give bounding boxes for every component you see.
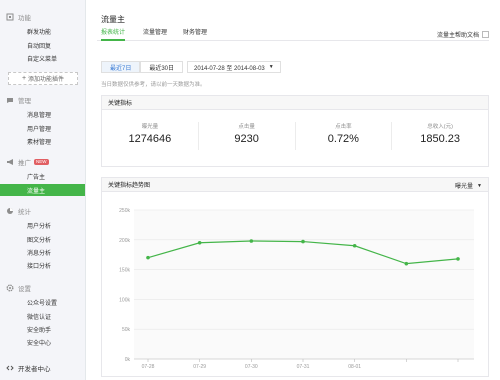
kpi-card-title: 关键指标 (102, 96, 488, 110)
trend-card: 关键指标趋势图 曝光量 ▼ 0k 50k 100k 150k 200k 250k 07-28… (101, 177, 489, 377)
kpi-clicks: 点击量 9230 (199, 122, 296, 150)
tab-report[interactable]: 报表统计 (101, 29, 126, 41)
sidebar-item[interactable]: 自定义菜单 (0, 52, 85, 64)
main-panel: 流量主 报表统计 流量管理 财务管理 流量主帮助文档 最近7日 最近30日 20… (87, 0, 500, 380)
sidebar-item[interactable]: 群发功能 (0, 25, 85, 37)
help-doc-label: 流量主帮助文档 (436, 33, 479, 39)
sidebar-section-3: 统计 (6, 206, 31, 216)
kpi-label: 点击量 (238, 124, 255, 130)
sidebar-section-title: 设置 (18, 286, 31, 293)
sidebar-item[interactable]: 流量主 (0, 184, 85, 196)
gear-icon (6, 284, 14, 292)
sidebar-section-title: 推广 (18, 160, 31, 167)
metric-select[interactable]: 曝光量 ▼ (455, 181, 482, 191)
sidebar-item[interactable]: 接口分析 (0, 259, 85, 271)
code-icon (6, 364, 14, 372)
tab-bar: 报表统计 流量管理 财务管理 流量主帮助文档 (97, 29, 489, 41)
sidebar-section-4: 设置 (6, 283, 31, 293)
help-doc-checkbox[interactable] (482, 31, 489, 38)
sidebar-section-1: 管理 (6, 95, 31, 105)
kpi-impressions: 曝光量 1274646 (102, 122, 199, 150)
sidebar-item[interactable]: 消息分析 (0, 246, 85, 258)
chevron-down-icon: ▼ (477, 182, 482, 189)
y-tick-label: 250k (119, 208, 130, 214)
add-plugin-label: 添加功能插件 (28, 77, 65, 83)
y-tick-label: 150k (119, 268, 130, 274)
new-badge: NEW (34, 159, 49, 165)
tab-finance[interactable]: 财务管理 (183, 29, 207, 41)
page-title: 流量主 (101, 15, 125, 24)
date-range-picker[interactable]: 2014-07-28 至 2014-08-03 ▼ (187, 61, 281, 73)
sidebar-item[interactable]: 素材管理 (0, 135, 85, 147)
sidebar-item[interactable]: 安全助手 (0, 323, 85, 335)
sidebar-item[interactable]: 安全中心 (0, 336, 85, 348)
kpi-value: 9230 (234, 133, 259, 145)
range-30-days-button[interactable]: 最近30日 (140, 61, 184, 73)
kpi-value: 0.72% (327, 133, 359, 145)
x-tick-label: 07-28 (142, 364, 155, 370)
trend-card-title: 关键指标趋势图 (108, 183, 151, 189)
help-doc-toggle[interactable]: 流量主帮助文档 (437, 30, 489, 39)
metric-select-value: 曝光量 (455, 184, 474, 190)
kpi-revenue: 总收入(元) 1850.23 (392, 122, 488, 150)
kpi-ctr: 点击率 0.72% (296, 122, 393, 150)
plot-area (134, 210, 474, 359)
trend-line-chart: 0k 50k 100k 150k 200k 250k 07-28 07-29 07-30 07-3… (119, 208, 474, 370)
speech-icon (6, 96, 14, 104)
data-note: 当日数据仅供参考，请以前一天数据为准。 (101, 82, 206, 88)
sidebar-section-title: 管理 (18, 98, 31, 105)
sidebar-item[interactable]: 微信认证 (0, 310, 85, 322)
sidebar-item[interactable]: 公众号设置 (0, 296, 85, 308)
sidebar-section-title: 功能 (18, 15, 31, 22)
add-plugin-button[interactable]: + 添加功能插件 (8, 72, 78, 85)
sidebar-item[interactable]: 图文分析 (0, 233, 85, 245)
data-point (197, 240, 202, 245)
developer-center-link[interactable]: 开发者中心 (6, 362, 51, 374)
y-tick-label: 200k (119, 238, 130, 244)
kpi-value: 1850.23 (420, 133, 460, 145)
y-tick-label: 100k (119, 297, 130, 303)
date-range-text: 2014-07-28 至 2014-08-03 (194, 65, 265, 72)
sidebar-section-title: 统计 (18, 209, 31, 216)
sidebar-item[interactable]: 自动回复 (0, 39, 85, 51)
kpi-label: 曝光量 (141, 124, 159, 130)
pie-icon (6, 207, 14, 215)
range-7-days-button[interactable]: 最近7日 (101, 61, 141, 73)
data-point (456, 257, 460, 261)
data-point (352, 243, 357, 248)
data-point (249, 239, 254, 243)
kpi-label: 总收入(元) (427, 124, 453, 130)
y-tick-label: 50k (122, 327, 131, 333)
x-tick-label: 07-31 (297, 364, 310, 370)
trend-card-header: 关键指标趋势图 曝光量 ▼ (102, 178, 488, 192)
x-tick-label: 08-01 (348, 364, 361, 370)
tab-traffic[interactable]: 流量管理 (143, 29, 167, 41)
date-range-bar: 最近7日 最近30日 2014-07-28 至 2014-08-03 ▼ (101, 61, 281, 73)
x-tick-label: 07-30 (245, 364, 258, 370)
sidebar-section-0: 功能 (6, 12, 31, 22)
y-tick-label: 0k (125, 357, 131, 363)
kpi-row: 曝光量 1274646 点击量 9230 点击率 0.72% 总收入(元) 18… (102, 122, 488, 150)
puzzle-icon (6, 13, 14, 21)
megaphone-icon (6, 158, 14, 166)
kpi-label: 点击率 (335, 124, 352, 130)
data-point (301, 239, 305, 244)
data-point (404, 261, 409, 266)
sidebar-item[interactable]: 消息管理 (0, 108, 85, 120)
x-tick-label: 07-29 (193, 364, 206, 370)
chevron-down-icon: ▼ (268, 64, 274, 70)
sidebar: 功能群发功能自动回复 自定义菜单管理消息管理用户管理 素材管理推广 NEW 广告主流量主… (0, 0, 86, 380)
sidebar-item[interactable]: 用户管理 (0, 122, 85, 134)
kpi-value: 1274646 (128, 133, 172, 145)
kpi-card: 关键指标 曝光量 1274646 点击量 9230 点击率 0.72% 总收入(… (101, 95, 489, 167)
developer-center-label: 开发者中心 (18, 366, 51, 373)
sidebar-item[interactable]: 广告主 (0, 170, 85, 182)
sidebar-section-2: 推广 NEW (6, 157, 49, 167)
plus-icon: + (21, 75, 27, 82)
sidebar-item[interactable]: 用户分析 (0, 219, 85, 231)
data-point (146, 255, 150, 260)
